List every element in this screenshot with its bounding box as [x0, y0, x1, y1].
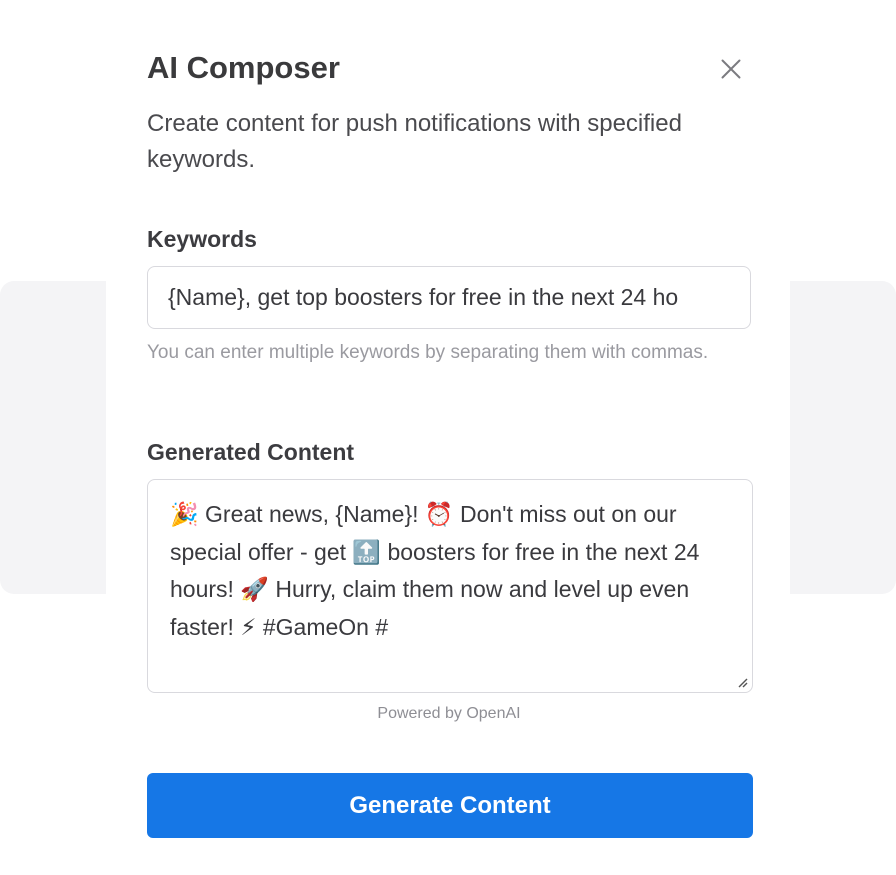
close-icon[interactable] [716, 54, 746, 84]
content-segment: Great news, {Name}! [205, 501, 419, 527]
modal-title: AI Composer [147, 50, 340, 85]
generated-content-label: Generated Content [147, 439, 355, 465]
powered-by-text: Powered by OpenAI [377, 705, 521, 722]
modal-subtitle: Create content for push notifications wi… [147, 110, 682, 173]
generated-content-textarea[interactable]: 🎉 Great news, {Name}! ⏰ Don't miss out o… [147, 479, 753, 693]
rocket-icon: 🚀 [240, 577, 269, 603]
keywords-hint: You can enter multiple keywords by separ… [147, 342, 709, 363]
keywords-input[interactable] [147, 266, 751, 329]
content-segment: #GameOn # [262, 613, 389, 640]
resize-handle-icon[interactable] [736, 676, 748, 688]
generate-content-button[interactable]: Generate Content [147, 773, 753, 838]
lightning-icon: ⚡ [240, 614, 257, 641]
alarm-clock-icon: ⏰ [424, 502, 454, 528]
top-arrow-icon: 🔝 [352, 539, 382, 566]
party-popper-icon: 🎉 [170, 502, 199, 528]
ai-composer-modal: AI Composer Create content for push noti… [106, 0, 790, 875]
keywords-label: Keywords [147, 226, 257, 252]
